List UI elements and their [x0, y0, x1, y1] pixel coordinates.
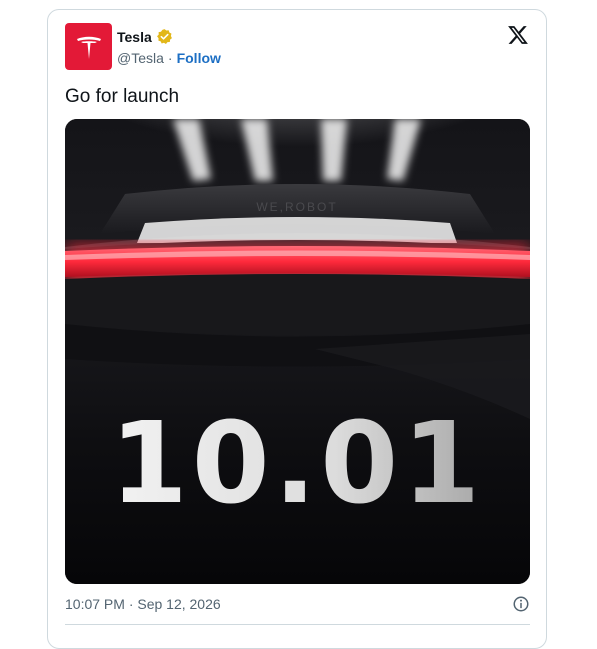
tesla-logo-icon	[76, 36, 101, 59]
handle-row: @Tesla · Follow	[117, 50, 221, 66]
tweet-card: Tesla @Tesla · Follow Go for launch WE,R…	[47, 9, 547, 649]
verified-badge-icon	[156, 29, 172, 44]
footer-divider	[65, 624, 530, 625]
handle-separator: ·	[167, 50, 173, 66]
follow-button[interactable]: Follow	[177, 50, 221, 66]
tweet-timestamp[interactable]: 10:07 PM · Sep 12, 2026	[65, 596, 221, 612]
media-tagline: WE,ROBOT	[256, 200, 337, 214]
media-artwork: WE,ROBOT 10.01	[65, 119, 530, 584]
user-handle[interactable]: @Tesla	[117, 50, 164, 66]
display-name[interactable]: Tesla	[117, 29, 152, 45]
tweet-footer: 10:07 PM · Sep 12, 2026	[65, 595, 530, 613]
launch-date-text: 10.01	[110, 399, 484, 529]
avatar[interactable]	[65, 23, 112, 70]
tweet-media-image[interactable]: WE,ROBOT 10.01	[65, 119, 530, 584]
name-row: Tesla	[117, 28, 173, 45]
x-logo-icon[interactable]	[507, 24, 529, 46]
info-icon[interactable]	[512, 595, 530, 613]
tweet-text: Go for launch	[65, 86, 180, 107]
